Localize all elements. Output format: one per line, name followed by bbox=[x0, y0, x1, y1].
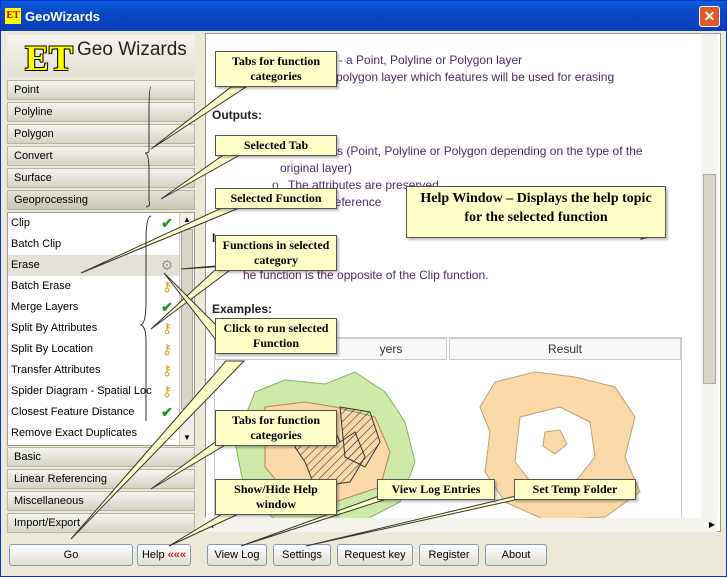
function-item-batch-erase[interactable]: Batch Erase ⚷ bbox=[8, 276, 180, 297]
function-label: Batch Erase bbox=[11, 280, 71, 292]
function-item-split-by-location[interactable]: Split By Location ⚷ bbox=[8, 339, 180, 360]
function-item-closest-feature-distance[interactable]: Closest Feature Distance ✔ bbox=[8, 402, 180, 423]
key-icon: ⚷ bbox=[161, 362, 173, 378]
callout-tabs-top: Tabs for function categories bbox=[215, 51, 337, 87]
function-label: Batch Clip bbox=[11, 238, 62, 250]
help-vertical-scrollbar[interactable] bbox=[701, 34, 718, 518]
function-item-split-by-attributes[interactable]: Split By Attributes ⚷ bbox=[8, 318, 180, 339]
gear-icon: ⚙ bbox=[160, 257, 174, 273]
tab-polygon[interactable]: Polygon bbox=[7, 124, 195, 144]
scroll-down-arrow[interactable]: ▼ bbox=[180, 431, 194, 445]
function-item-merge-layers[interactable]: Merge Layers ✔ bbox=[8, 297, 180, 318]
callout-temp-folder: Set Temp Folder bbox=[514, 479, 636, 500]
logo: ET Geo Wizards bbox=[7, 35, 195, 78]
about-button[interactable]: About bbox=[485, 544, 547, 566]
function-item-remove-exact-duplicates[interactable]: Remove Exact Duplicates ⚷ bbox=[8, 423, 180, 444]
callout-selected-function: Selected Function bbox=[215, 188, 337, 209]
tab-polyline[interactable]: Polyline bbox=[7, 102, 195, 122]
key-icon: ⚷ bbox=[161, 278, 173, 294]
left-panel: ET Geo Wizards Point Polyline Polygon Conve… bbox=[3, 33, 199, 573]
callout-functions-in-category: Functions in selected category bbox=[215, 235, 337, 271]
check-icon: ✔ bbox=[161, 299, 173, 315]
app-icon: ET bbox=[5, 8, 21, 24]
scroll-up-arrow[interactable]: ▲ bbox=[180, 213, 194, 227]
help-line-original: original layer) bbox=[280, 161, 353, 175]
key-icon: ⚷ bbox=[161, 425, 173, 441]
function-item-batch-clip[interactable]: Batch Clip bbox=[8, 234, 180, 255]
help-button[interactable]: Help ««« bbox=[137, 544, 191, 566]
function-item-spider-diagram-spatial-loc[interactable]: Spider Diagram - Spatial Loc ⚷ bbox=[8, 381, 180, 402]
function-label: Erase bbox=[11, 259, 40, 271]
function-label: Closest Feature Distance bbox=[11, 406, 135, 418]
logo-et: ET bbox=[25, 38, 74, 78]
function-item-erase[interactable]: Erase ⚙ bbox=[8, 255, 180, 276]
callout-help-window: Help Window – Displays the help topic fo… bbox=[406, 186, 666, 238]
check-icon: ✔ bbox=[161, 404, 173, 420]
function-item-transfer-attributes[interactable]: Transfer Attributes ⚷ bbox=[8, 360, 180, 381]
function-label: Split By Location bbox=[11, 343, 93, 355]
window-title: GeoWizards bbox=[25, 9, 101, 24]
help-horizontal-scrollbar[interactable]: ◀ ▶ bbox=[205, 518, 717, 532]
scroll-right-arrow[interactable]: ▶ bbox=[709, 520, 715, 529]
callout-view-log: View Log Entries bbox=[377, 479, 495, 500]
register-button[interactable]: Register bbox=[419, 544, 479, 566]
function-label: Split By Attributes bbox=[11, 322, 98, 334]
tab-geoprocessing[interactable]: Geoprocessing bbox=[7, 190, 195, 210]
key-icon: ⚷ bbox=[161, 320, 173, 336]
go-button[interactable]: Go bbox=[9, 544, 133, 566]
example-result-header: Result bbox=[449, 338, 681, 360]
scroll-thumb[interactable] bbox=[181, 229, 193, 409]
scroll-left-arrow[interactable]: ◀ bbox=[207, 520, 213, 529]
request-key-button[interactable]: Request key bbox=[337, 544, 413, 566]
help-scroll-thumb[interactable] bbox=[703, 174, 716, 384]
help-line-inputs: sed - a Point, Polyline or Polygon layer bbox=[316, 53, 523, 67]
examples-heading: Examples: bbox=[212, 302, 273, 316]
help-arrows-icon: ««« bbox=[167, 549, 187, 561]
settings-button[interactable]: Settings bbox=[273, 544, 331, 566]
logo-name: Geo Wizards bbox=[77, 39, 187, 60]
check-icon: ✔ bbox=[161, 215, 173, 231]
callout-tabs-bottom: Tabs for function categories bbox=[215, 410, 337, 446]
help-label: Help bbox=[141, 549, 165, 561]
function-label: Merge Layers bbox=[11, 301, 79, 313]
close-button[interactable]: ✕ bbox=[699, 6, 720, 27]
tab-surface[interactable]: Surface bbox=[7, 168, 195, 188]
key-icon: ⚷ bbox=[161, 383, 173, 399]
function-label: Spider Diagram - Spatial Loc bbox=[11, 385, 152, 397]
view-log-button[interactable]: View Log bbox=[207, 544, 267, 566]
function-list-scrollbar[interactable]: ▲ ▼ bbox=[179, 213, 194, 445]
tab-point[interactable]: Point bbox=[7, 80, 195, 100]
function-item-clip[interactable]: Clip ✔ bbox=[8, 213, 180, 234]
help-line-erase-layer: polygon layer which features will be use… bbox=[336, 70, 615, 84]
outputs-heading: Outputs: bbox=[212, 108, 262, 122]
function-label: Clip bbox=[11, 217, 30, 229]
callout-click-to-run: Click to run selected Function bbox=[215, 318, 337, 354]
key-icon: ⚷ bbox=[161, 341, 173, 357]
callout-show-hide-help: Show/Hide Help window bbox=[215, 479, 337, 515]
tab-import-export[interactable]: Import/Export bbox=[7, 513, 195, 533]
title-bar: ET GeoWizards ✕ bbox=[1, 1, 726, 31]
tab-linear-referencing[interactable]: Linear Referencing bbox=[7, 469, 195, 489]
help-line-output: ss (Point, Polyline or Polygon depending… bbox=[331, 144, 643, 158]
tab-convert[interactable]: Convert bbox=[7, 146, 195, 166]
function-list: Clip ✔ Batch Clip Erase ⚙ Batch Erase ⚷ Merge L… bbox=[7, 212, 195, 446]
function-label: Remove Exact Duplicates bbox=[11, 427, 137, 439]
geowizards-window: ET GeoWizards ✕ ET Geo Wizards Point Poly… bbox=[0, 0, 727, 577]
function-label: Transfer Attributes bbox=[11, 364, 101, 376]
tab-basic[interactable]: Basic bbox=[7, 447, 195, 467]
tab-miscellaneous[interactable]: Miscellaneous bbox=[7, 491, 195, 511]
callout-selected-tab: Selected Tab bbox=[215, 135, 337, 156]
